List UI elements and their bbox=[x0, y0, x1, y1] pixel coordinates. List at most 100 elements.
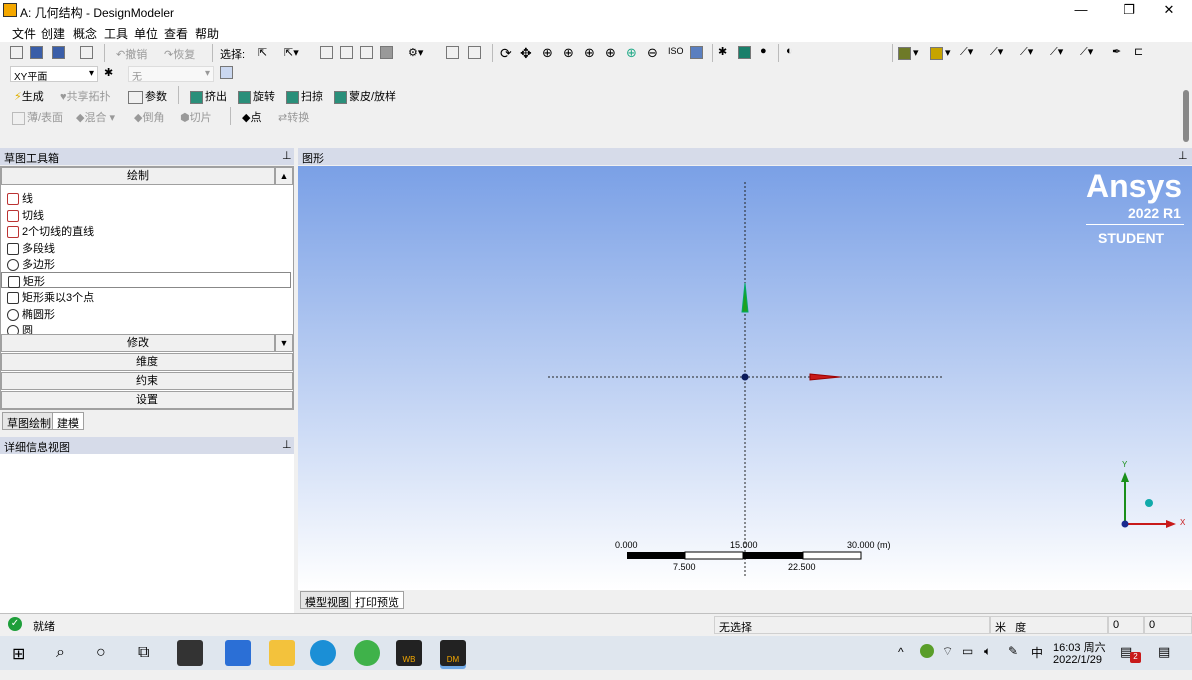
clock-date[interactable]: 2022/1/29 bbox=[1053, 654, 1102, 666]
tab-sketching[interactable]: 草图绘制 bbox=[2, 412, 56, 430]
display-model-icon[interactable] bbox=[738, 46, 753, 59]
show-bodies-icon[interactable]: ◐ bbox=[786, 45, 793, 57]
scroll-up-icon[interactable]: ▲ bbox=[275, 167, 293, 185]
undo-button[interactable]: ↶撤销 bbox=[116, 46, 147, 62]
tool-rectangle-3pt[interactable]: 矩形乘以3个点 bbox=[7, 289, 94, 305]
menu-create[interactable]: 创建 bbox=[41, 25, 65, 42]
triad-iso-ball[interactable] bbox=[1145, 499, 1153, 507]
face-color-icon[interactable]: ▾ bbox=[898, 46, 919, 60]
menu-help[interactable]: 帮助 bbox=[195, 25, 219, 42]
ime-indicator[interactable]: 中 bbox=[1031, 644, 1043, 661]
app-taskbar-icon[interactable] bbox=[177, 640, 203, 666]
menu-file[interactable]: 文件 bbox=[12, 25, 36, 42]
thin-surface-button[interactable]: 薄/表面 bbox=[12, 109, 63, 125]
pin-icon[interactable]: ⊥ bbox=[282, 149, 292, 162]
blend-button[interactable]: ◆混合 ▾ bbox=[76, 109, 115, 125]
edge-style2-icon[interactable]: ⟋▾ bbox=[990, 45, 1003, 59]
tool-line[interactable]: 线 bbox=[7, 190, 33, 206]
rotate-icon[interactable]: ⟳ bbox=[500, 45, 512, 62]
constraints-group-header[interactable]: 约束 bbox=[1, 372, 293, 390]
select-filter-icon[interactable]: ⇱▾ bbox=[284, 46, 299, 59]
box-select-icon[interactable] bbox=[446, 46, 461, 59]
close-button[interactable]: ✕ bbox=[1146, 0, 1192, 22]
tool-tangent-line[interactable]: 切线 bbox=[7, 207, 44, 223]
pen-icon[interactable]: ✎ bbox=[1008, 644, 1018, 658]
chamfer-button[interactable]: ◆倒角 bbox=[134, 109, 164, 125]
select-edge-icon[interactable] bbox=[340, 46, 355, 59]
designmodeler-icon[interactable]: DM bbox=[440, 640, 466, 666]
windows-start-icon[interactable]: ⊞ bbox=[12, 644, 25, 664]
edge-style1-icon[interactable]: ⟋▾ bbox=[960, 45, 973, 59]
edge-style4-icon[interactable]: ⟋▾ bbox=[1050, 45, 1063, 59]
modify-group-header[interactable]: 修改 bbox=[1, 334, 275, 352]
wifi-icon[interactable]: ⌔ bbox=[942, 644, 953, 659]
clock-time[interactable]: 16:03 周六 bbox=[1053, 639, 1106, 655]
pan-icon[interactable]: ✥ bbox=[520, 45, 532, 62]
volume-icon[interactable]: 🔈︎ bbox=[984, 644, 991, 659]
display-point-icon[interactable]: ● bbox=[760, 45, 767, 57]
plane-icon[interactable]: ⊏ bbox=[1134, 45, 1143, 58]
tool-polyline[interactable]: 多段线 bbox=[7, 240, 55, 256]
tray-app-icon[interactable] bbox=[920, 644, 934, 658]
workbench-icon[interactable]: WB bbox=[396, 640, 422, 666]
zoom-in-icon[interactable]: ⊕ bbox=[626, 45, 637, 61]
zoom-box-icon[interactable]: ⊕ bbox=[563, 45, 574, 61]
redo-button[interactable]: ↷恢复 bbox=[164, 46, 195, 62]
generate-button[interactable]: ⚡生成 bbox=[14, 88, 44, 104]
menu-units[interactable]: 单位 bbox=[134, 25, 158, 42]
magnifier-icon[interactable]: ⊕ bbox=[605, 45, 616, 61]
extend-selection-icon[interactable]: ⚙▾ bbox=[408, 46, 423, 59]
search-icon[interactable]: ⌕ bbox=[56, 644, 65, 662]
look-at-icon[interactable] bbox=[690, 46, 705, 59]
new-icon[interactable] bbox=[10, 46, 25, 59]
extrude-button[interactable]: 挤出 bbox=[190, 88, 227, 104]
skin-loft-button[interactable]: 蒙皮/放样 bbox=[334, 88, 396, 104]
origin-point[interactable] bbox=[741, 373, 749, 381]
revolve-button[interactable]: 旋转 bbox=[238, 88, 275, 104]
share-topology-button[interactable]: ♥共享拓扑 bbox=[60, 88, 111, 104]
new-plane-icon[interactable]: ✱ bbox=[104, 66, 113, 79]
edge-icon[interactable] bbox=[310, 640, 336, 666]
zoom-out-icon[interactable]: ⊖ bbox=[647, 45, 658, 61]
battery-icon[interactable]: ▭ bbox=[962, 644, 973, 658]
toolbar-scrollbar[interactable] bbox=[1183, 90, 1189, 142]
select-body-icon[interactable] bbox=[380, 46, 395, 59]
minimize-button[interactable]: — bbox=[1058, 0, 1104, 22]
select-point-icon[interactable] bbox=[320, 46, 335, 59]
slice-button[interactable]: ⬢切片 bbox=[180, 109, 212, 125]
plane-select[interactable]: XY平面 ▾ bbox=[10, 66, 98, 83]
triad-icon[interactable]: ✱ bbox=[718, 45, 727, 58]
task-view-icon[interactable]: ⧉ bbox=[138, 644, 149, 662]
graphics-viewport[interactable]: Ansys 2022 R1 STUDENT 0.000 15.000 30.00… bbox=[298, 166, 1192, 590]
sketch-select[interactable]: 无 ▾ bbox=[128, 66, 214, 83]
app-green-icon[interactable] bbox=[354, 640, 380, 666]
select-face-icon[interactable] bbox=[360, 46, 375, 59]
point-button[interactable]: ◆点 bbox=[242, 109, 261, 125]
pin-icon[interactable]: ⊥ bbox=[1178, 149, 1188, 162]
cortana-icon[interactable]: ○ bbox=[96, 644, 106, 662]
draw-group-header[interactable]: 绘制 bbox=[1, 167, 275, 185]
store-icon[interactable] bbox=[225, 640, 251, 666]
file-explorer-icon[interactable] bbox=[269, 640, 295, 666]
edge-style5-icon[interactable]: ⟋▾ bbox=[1080, 45, 1093, 59]
pin-icon[interactable]: ⊥ bbox=[282, 438, 292, 451]
screenshot-icon[interactable] bbox=[80, 46, 95, 59]
new-sketch-icon[interactable] bbox=[220, 66, 235, 79]
sweep-button[interactable]: 扫掠 bbox=[286, 88, 323, 104]
tool-two-tangent-line[interactable]: 2个切线的直线 bbox=[7, 223, 94, 239]
dimensions-group-header[interactable]: 维度 bbox=[1, 353, 293, 371]
tab-model-view[interactable]: 模型视图 bbox=[300, 591, 354, 609]
tray-chevron-icon[interactable]: ^ bbox=[898, 645, 904, 659]
edge-style3-icon[interactable]: ⟋▾ bbox=[1020, 45, 1033, 59]
menu-tools[interactable]: 工具 bbox=[104, 25, 128, 42]
settings-group-header[interactable]: 设置 bbox=[1, 391, 293, 409]
menu-view[interactable]: 查看 bbox=[164, 25, 188, 42]
measure-icon[interactable]: ✒ bbox=[1112, 45, 1121, 58]
iso-view-icon[interactable]: ISO bbox=[668, 46, 684, 56]
tab-modeling[interactable]: 建模 bbox=[52, 412, 84, 430]
zoom-icon[interactable]: ⊕ bbox=[542, 45, 553, 61]
tool-rectangle[interactable]: 矩形 bbox=[1, 272, 291, 289]
scroll-down-icon[interactable]: ▼ bbox=[275, 334, 293, 352]
save-icon[interactable] bbox=[30, 46, 45, 59]
tool-ellipse[interactable]: 椭圆形 bbox=[7, 306, 55, 322]
